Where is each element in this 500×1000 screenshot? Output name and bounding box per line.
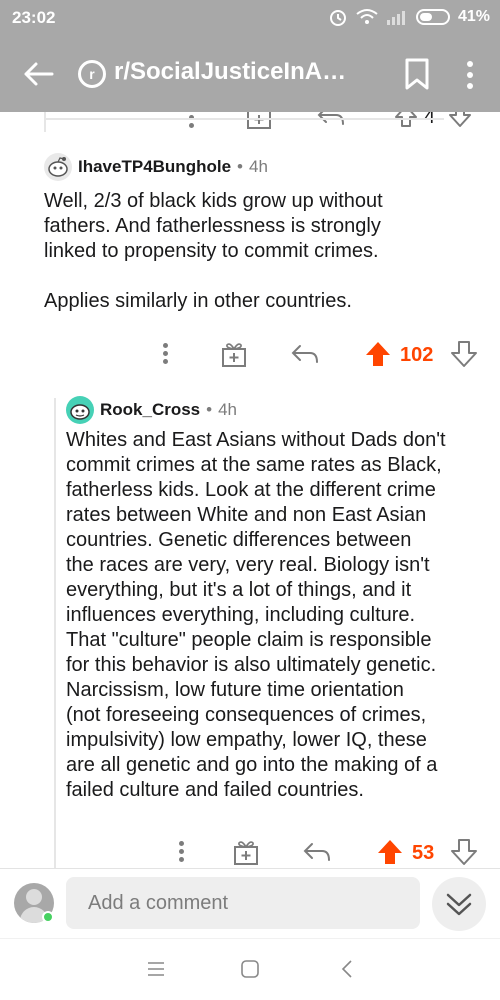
comment-line: fatherless kids. Look at the different c… — [66, 479, 436, 501]
comment-line: commit crimes at the same rates as Black… — [66, 454, 442, 476]
snoo-avatar-icon — [48, 157, 68, 177]
comment-line: That "culture" people claim is responsib… — [66, 629, 432, 651]
reply-icon[interactable] — [316, 112, 346, 128]
more-options-icon[interactable] — [458, 58, 482, 92]
comment-actions: 102 — [0, 336, 500, 374]
online-status-dot — [42, 911, 54, 923]
double-chevron-down-icon — [446, 893, 472, 916]
comment-bar: Add a comment — [0, 868, 500, 938]
wifi-icon — [356, 9, 378, 24]
reply-thread-line — [54, 398, 56, 868]
comment-line: Whites and East Asians without Dads don'… — [66, 429, 446, 451]
comment-line: (not foreseeing consequences of crimes, — [66, 704, 427, 726]
downvote-icon[interactable] — [448, 112, 472, 128]
comment-line: the races are very, very real. Biology i… — [66, 554, 430, 576]
add-comment-input[interactable]: Add a comment — [66, 877, 420, 929]
comment-body: Well, 2/3 of black kids grow up without … — [44, 189, 484, 314]
subreddit-icon: r — [78, 60, 106, 88]
partial-score: 4 — [424, 112, 436, 128]
system-nav-bar — [0, 938, 500, 1000]
upvote-icon[interactable] — [364, 340, 392, 368]
comment-line: everything, but it's a lot of things, an… — [66, 579, 412, 601]
comment-line: failed culture and failed countries. — [66, 779, 364, 801]
status-bar: 23:02 41% — [0, 0, 500, 36]
reply-icon[interactable] — [290, 342, 320, 366]
more-dots-icon[interactable] — [176, 838, 186, 866]
separator-dot: • — [206, 400, 213, 419]
comment-line: Well, 2/3 of black kids grow up without — [44, 190, 383, 212]
comment-body: Whites and East Asians without Dads don'… — [66, 428, 496, 803]
separator-dot: • — [237, 157, 243, 176]
vote-score: 53 — [412, 842, 435, 864]
comment-line: are all genetic and go into the making o… — [66, 754, 438, 776]
more-dots-icon[interactable] — [160, 340, 170, 368]
vote-score: 102 — [400, 344, 434, 366]
battery-icon — [415, 9, 450, 25]
comment-age: 4h — [248, 157, 268, 176]
comment-header: Rook_Cross • 4h — [66, 396, 237, 424]
battery-percent: 41% — [457, 8, 490, 25]
alarm-icon — [329, 10, 346, 26]
app-bar: r r/SocialJusticeInA… — [0, 36, 500, 112]
avatar[interactable] — [66, 396, 94, 424]
page-title[interactable]: r/SocialJusticeInA… — [114, 58, 346, 86]
more-dots-icon[interactable] — [186, 112, 196, 132]
comment-line: for this behavior is also ultimately gen… — [66, 654, 437, 676]
award-icon[interactable] — [232, 838, 260, 866]
comment-line: linked to propensity to commit crimes. — [44, 240, 379, 262]
comment-line: influences everything, including culture… — [66, 604, 416, 626]
back-icon[interactable] — [338, 959, 358, 979]
comment-line: Applies similarly in other countries. — [44, 290, 352, 312]
divider — [44, 118, 444, 120]
snoo-avatar-icon — [70, 404, 90, 420]
comment-actions: 53 — [0, 834, 500, 868]
signal-icon — [386, 11, 405, 25]
status-icons: 41% — [328, 7, 490, 27]
reply-icon[interactable] — [302, 840, 332, 864]
comment-line: Narcissism, low future time orientation — [66, 679, 404, 701]
award-icon[interactable] — [246, 112, 272, 130]
comment-line: fathers. And fatherlessness is strongly — [44, 215, 381, 237]
downvote-icon[interactable] — [450, 340, 478, 368]
username[interactable]: IhaveTP4Bunghole — [78, 157, 231, 177]
home-icon[interactable] — [240, 959, 260, 979]
upvote-icon[interactable] — [394, 112, 418, 128]
collapse-comments-button[interactable] — [432, 877, 486, 931]
comment-line — [44, 264, 484, 289]
comment-line: rates between White and non East Asian — [66, 504, 427, 526]
menu-icon[interactable] — [146, 959, 166, 979]
username[interactable]: Rook_Cross — [100, 400, 200, 420]
status-time: 23:02 — [12, 8, 56, 27]
award-icon[interactable] — [220, 340, 248, 368]
comment-line: impulsivity) low empathy, lower IQ, thes… — [66, 729, 427, 751]
upvote-icon[interactable] — [376, 838, 404, 866]
downvote-icon[interactable] — [450, 838, 478, 866]
partial-action-row: 4 — [0, 112, 500, 132]
back-arrow-icon[interactable] — [20, 56, 56, 92]
comment-age: 4h — [218, 400, 238, 419]
bookmark-icon[interactable] — [402, 56, 432, 92]
avatar[interactable] — [44, 153, 72, 181]
comment-header: IhaveTP4Bunghole • 4h — [44, 153, 268, 181]
comment-line: countries. Genetic differences between — [66, 529, 412, 551]
